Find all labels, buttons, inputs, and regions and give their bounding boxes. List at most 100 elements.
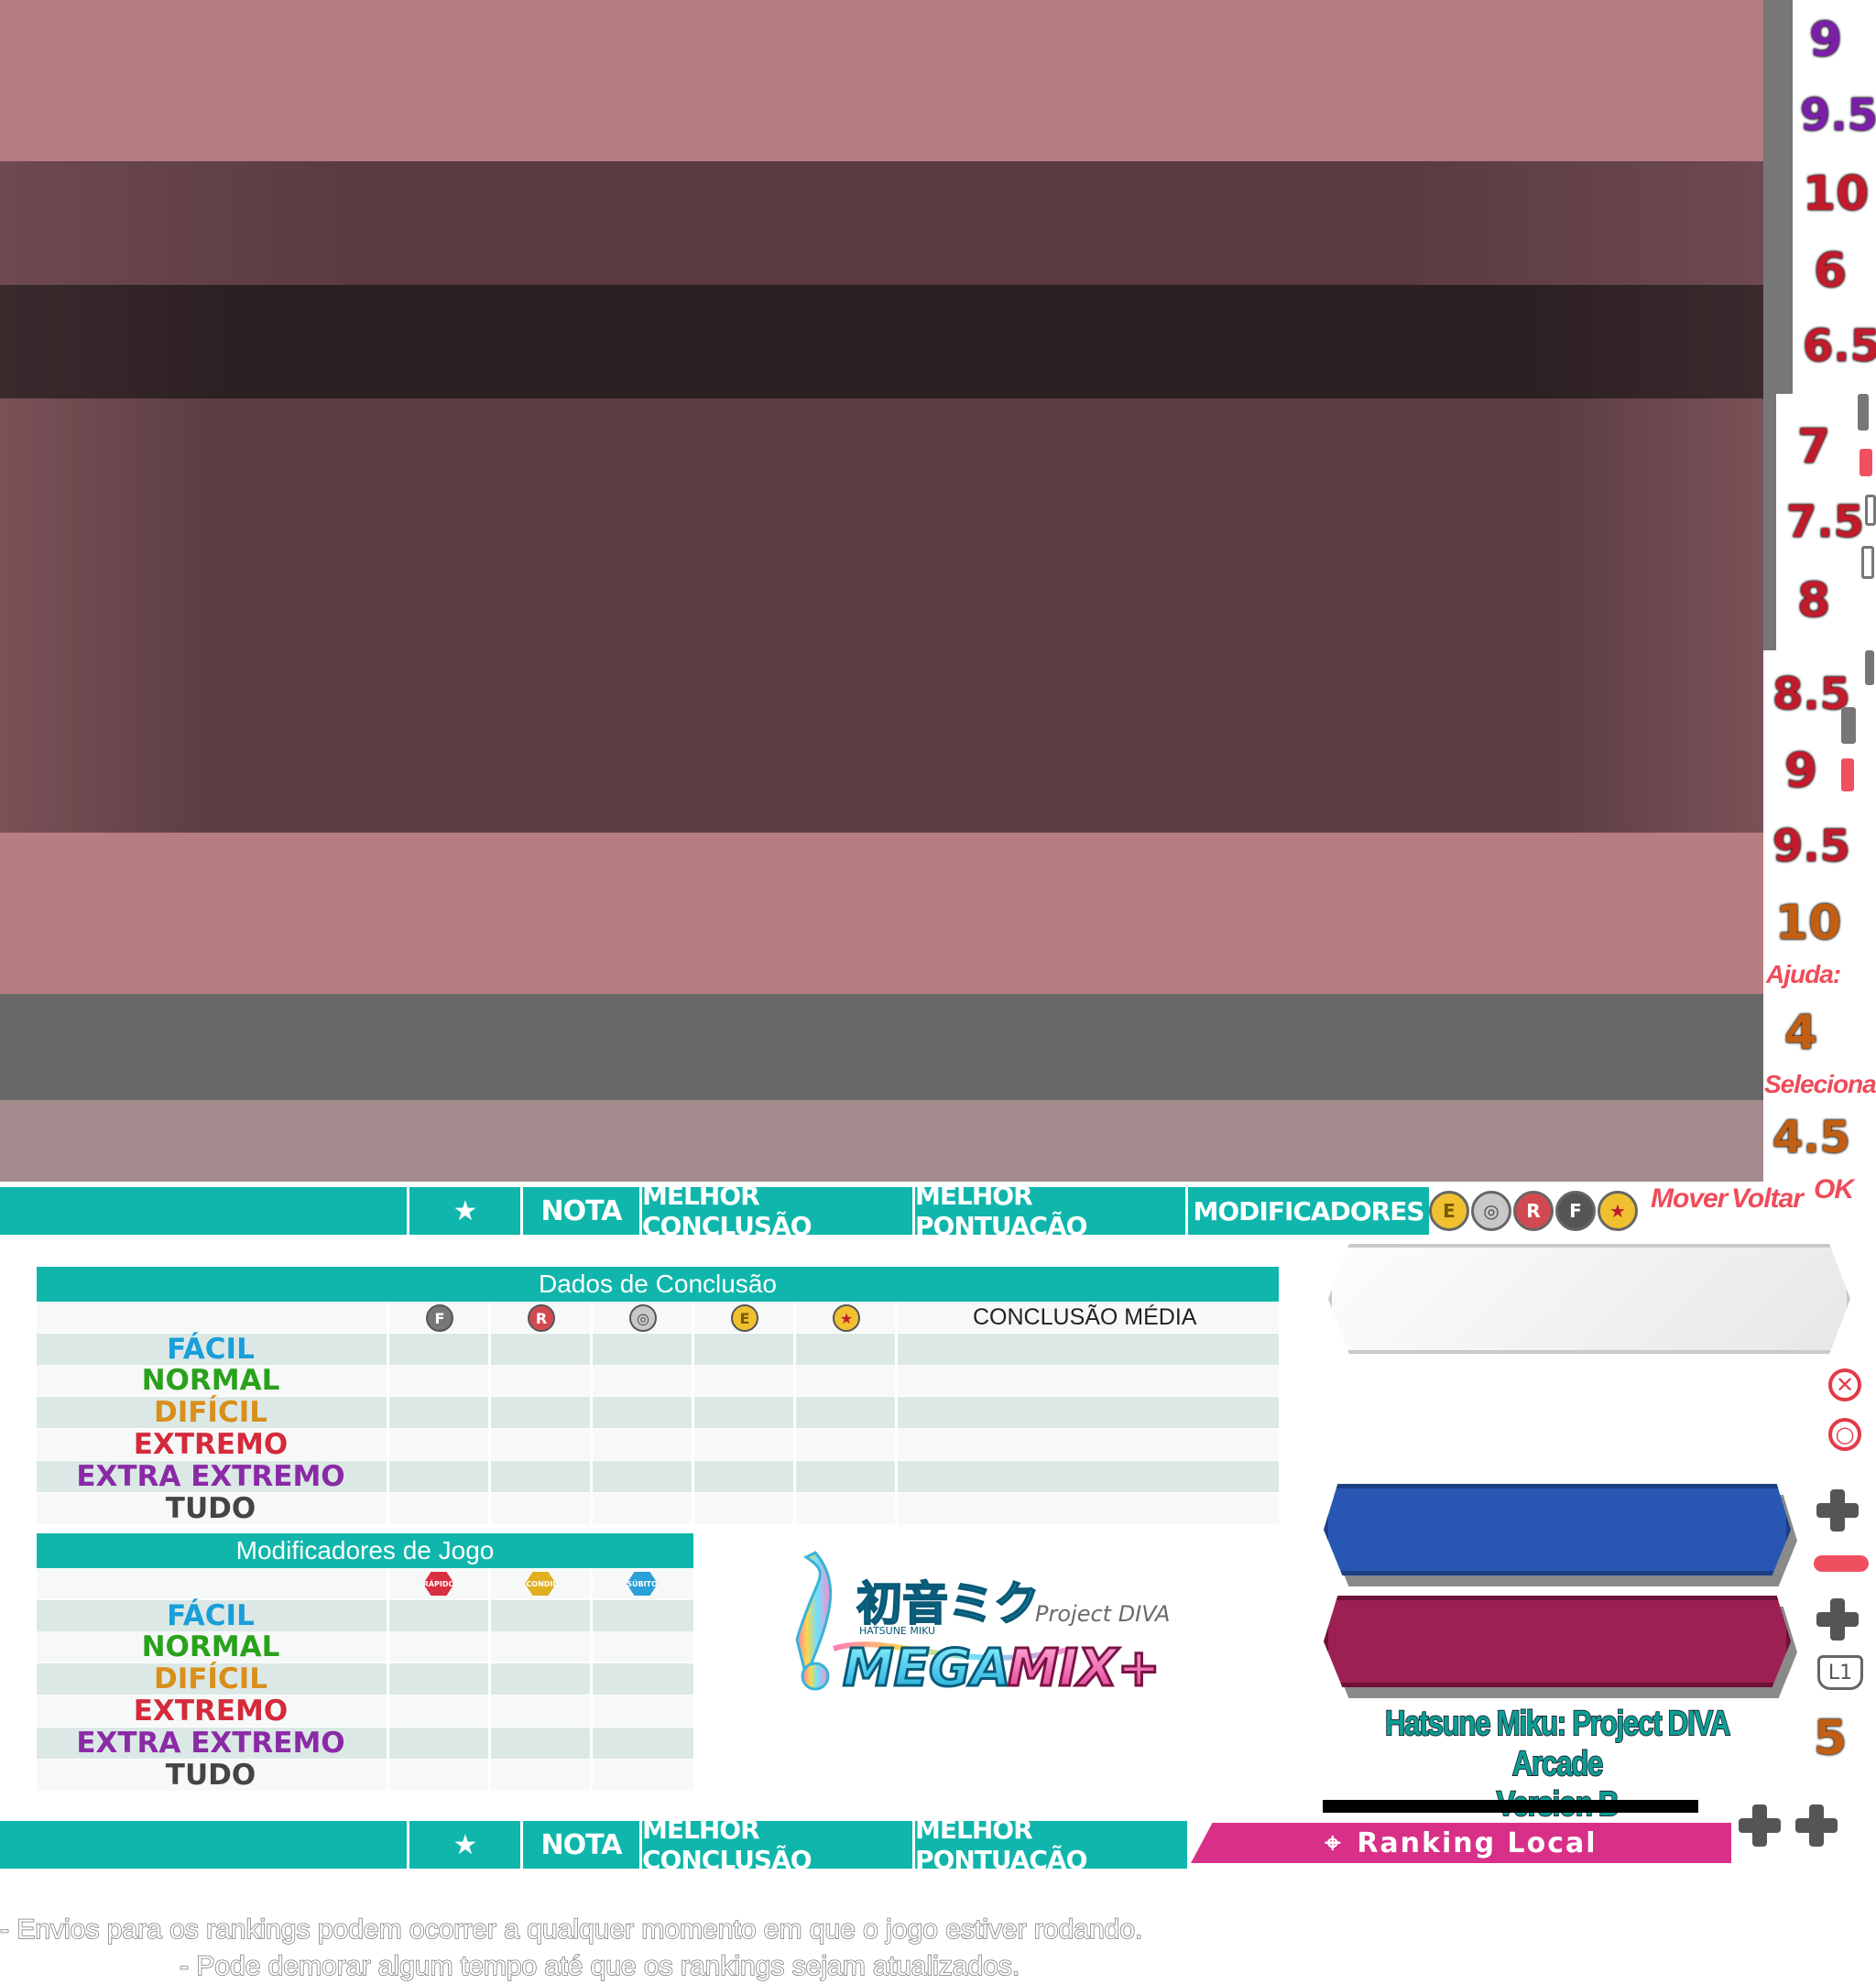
dpad-icon: [1795, 1804, 1838, 1847]
perfect-column-icon: ★: [833, 1304, 860, 1332]
difficulty-number: 5: [1812, 1711, 1848, 1766]
row-label-dificil: DIFÍCIL: [153, 1396, 267, 1429]
difficulty-number: 8: [1795, 573, 1831, 628]
column-divider: [895, 1302, 898, 1524]
mod-table-header-row: [37, 1568, 693, 1599]
column-divider: [488, 1302, 491, 1524]
deco-piece: [1858, 394, 1869, 431]
logo-project-text: Project DIVA: [1035, 1601, 1170, 1627]
row-label-dificil: DIFÍCIL: [153, 1662, 267, 1695]
column-divider: [590, 1302, 593, 1524]
logo-hatsune-text: HATSUNE MIKU: [859, 1625, 935, 1637]
footer-note-1: - Envios para os rankings podem ocorrer …: [0, 1913, 1143, 1946]
tab-nota[interactable]: NOTA: [523, 1187, 639, 1235]
blue-selection-panel[interactable]: [1324, 1484, 1791, 1575]
tab-melhor-pontuacao[interactable]: MELHOR PONTUAÇÃO: [915, 1181, 1185, 1241]
preview-banner: [0, 0, 1763, 1182]
logo-mega-text: MEGA: [843, 1639, 1010, 1698]
ok-label: OK: [1814, 1174, 1854, 1205]
deco-piece: [1841, 758, 1854, 791]
column-divider: [387, 1302, 389, 1524]
column-divider: [793, 1302, 796, 1524]
difficulty-number: 8.5: [1771, 669, 1851, 720]
footer-note-2: - Pode demorar algum tempo até que os ra…: [179, 1950, 1020, 1982]
row-label-tudo: TUDO: [165, 1492, 256, 1525]
difficulty-number: 6: [1812, 244, 1848, 299]
difficulty-number: 9.5: [1798, 90, 1876, 141]
game-title-line1: Hatsune Miku: Project DIVA Arcade: [1384, 1704, 1731, 1784]
difficulty-number: 7: [1795, 420, 1831, 474]
tab-melhor-conclusao[interactable]: MELHOR CONCLUSÃO: [642, 1181, 912, 1241]
footer-tabbar: ★ NOTA MELHOR CONCLUSÃO MELHOR PONTUAÇÃO: [0, 1815, 1187, 1875]
column-divider: [590, 1568, 593, 1791]
column-divider: [692, 1302, 694, 1524]
difficulty-number: 7.5: [1784, 496, 1865, 548]
header-tabbar: ★ NOTA MELHOR CONCLUSÃO MELHOR PONTUAÇÃO…: [0, 1181, 1429, 1241]
dpad-left-icon: [1816, 1489, 1859, 1532]
difficulty-number: 6.5: [1801, 321, 1876, 372]
divider-bar: [1763, 394, 1776, 650]
logo-japanese-text: 初音ミク: [856, 1577, 1040, 1630]
great-icon: ◎: [1471, 1191, 1511, 1231]
row-label-extra-extremo: EXTRA EXTREMO: [76, 1727, 345, 1760]
tab-blank: [0, 1187, 407, 1235]
perfect-star-icon: ★: [1598, 1191, 1638, 1231]
ranking-local-button[interactable]: ⌖ Ranking Local: [1191, 1823, 1731, 1863]
difficulty-number: 4.5: [1771, 1112, 1851, 1163]
row-label-facil: FÁCIL: [167, 1599, 255, 1632]
logo-mix-text: MIX+: [1008, 1639, 1161, 1698]
difficulty-number: 10: [1773, 896, 1842, 951]
fail-icon: F: [1555, 1191, 1596, 1231]
tab-melhor-pontuacao[interactable]: MELHOR PONTUAÇÃO: [915, 1815, 1187, 1875]
banner-band: [0, 1100, 1763, 1182]
row-label-extremo: EXTREMO: [133, 1428, 289, 1461]
move-label: Mover: [1651, 1183, 1728, 1214]
banner-band: [0, 285, 1763, 398]
average-clear-header: CONCLUSÃO MÉDIA: [973, 1304, 1197, 1330]
column-divider: [387, 1568, 389, 1791]
circle-button-icon: ○: [1828, 1418, 1861, 1451]
divider-bar: [1763, 0, 1793, 394]
pink-selection-panel[interactable]: [1324, 1596, 1791, 1687]
row-label-extra-extremo: EXTRA EXTREMO: [76, 1460, 345, 1493]
mod-table-title: Modificadores de Jogo: [37, 1533, 693, 1568]
difficulty-number: 4: [1783, 1006, 1818, 1061]
back-label: Voltar: [1731, 1183, 1804, 1214]
tab-nota[interactable]: NOTA: [523, 1821, 639, 1869]
progress-bar: [1323, 1800, 1698, 1813]
standard-column-icon: R: [528, 1304, 555, 1332]
tab-star[interactable]: ★: [409, 1821, 520, 1869]
clear-icon-row: E ◎ R F ★: [1429, 1191, 1638, 1231]
row-label-normal: NORMAL: [141, 1364, 280, 1397]
tab-star[interactable]: ★: [409, 1187, 520, 1235]
column-divider: [488, 1568, 491, 1791]
fail-column-icon: F: [426, 1304, 453, 1332]
row-label-normal: NORMAL: [141, 1630, 280, 1663]
great-column-icon: ◎: [629, 1304, 657, 1332]
banner-band: [0, 833, 1763, 994]
l1-button-icon: L1: [1817, 1655, 1863, 1690]
difficulty-number: 9: [1807, 13, 1843, 68]
deco-piece: [1865, 495, 1876, 526]
cross-button-icon: ✕: [1828, 1368, 1861, 1401]
dpad-right-icon: [1816, 1598, 1859, 1641]
difficulty-number: 9.5: [1771, 821, 1851, 872]
tab-blank: [0, 1821, 407, 1869]
tab-melhor-conclusao[interactable]: MELHOR CONCLUSÃO: [642, 1815, 912, 1875]
clear-table-title: Dados de Conclusão: [37, 1267, 1279, 1302]
banner-band: [0, 0, 1763, 161]
megamix-logo: 初音ミク HATSUNE MIKU Project DIVA MEGA MIX+: [779, 1539, 1237, 1722]
difficulty-number: 10: [1801, 167, 1870, 222]
logo-graphic: 初音ミク HATSUNE MIKU Project DIVA MEGA MIX+: [795, 1551, 1170, 1700]
deco-piece: [1861, 546, 1874, 579]
row-label-extremo: EXTREMO: [133, 1695, 289, 1728]
excellent-column-icon: E: [731, 1304, 758, 1332]
banner-band: [0, 994, 1763, 1100]
difficulty-number: 9: [1783, 744, 1818, 799]
tab-modificadores[interactable]: MODIFICADORES: [1188, 1187, 1429, 1235]
deco-piece: [1860, 449, 1872, 476]
play-button-icon: [1814, 1555, 1869, 1572]
banner-band: [0, 398, 1763, 833]
dpad-icon: [1739, 1804, 1781, 1847]
banner-band: [0, 161, 1763, 285]
